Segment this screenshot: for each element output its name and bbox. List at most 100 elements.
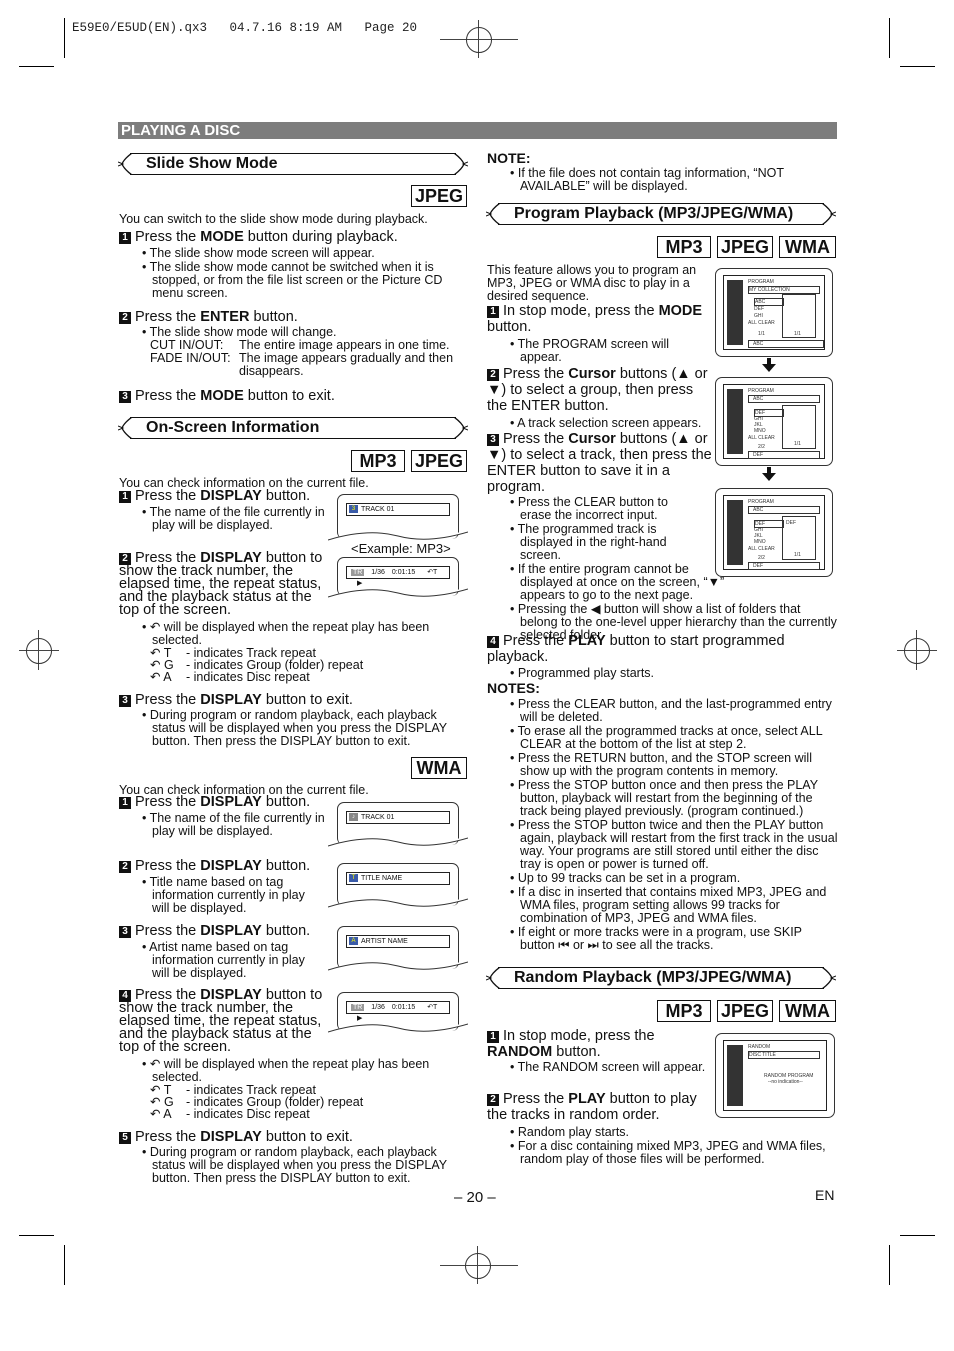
program-screen-2: PROGRAM ABC DEF GHI JKL MNO ALL CLEAR 2/…	[715, 377, 833, 466]
program-screen-1: PROGRAM MY COLLECTION ABC DEF GHI ALL CL…	[715, 268, 833, 357]
repeat-indicator: ↶T	[427, 569, 438, 576]
onscreen-info-title: On-Screen Information	[146, 419, 320, 436]
crop-mark	[900, 1235, 935, 1236]
track-badge: TR	[351, 569, 365, 576]
onscreen-step-2: 2 Press the DISPLAY button to show the tr…	[119, 550, 323, 618]
onscreen-step-1: 1 Press the DISPLAY button.	[119, 488, 310, 504]
slide-show-step-3: 3 Press the MODE button to exit.	[119, 388, 335, 404]
crop-mark	[900, 66, 935, 67]
crop-mark	[19, 66, 54, 67]
program-step-1: 1 In stop mode, press the MODE button.	[487, 303, 703, 335]
crop-mark	[64, 18, 65, 58]
note-heading: NOTE:	[487, 150, 531, 166]
crop-mark	[19, 1235, 54, 1236]
screen-tear-edge	[328, 961, 468, 971]
format-tag-wma: WMA	[411, 757, 467, 779]
down-arrow-icon	[762, 473, 776, 481]
repeat-indicator: ↶T	[427, 1004, 438, 1011]
format-tag-mp3: MP3	[657, 236, 711, 258]
random-screen: RANDOM DISC TITLE RANDOM PROGRAM --no in…	[715, 1033, 835, 1118]
format-tag-jpeg: JPEG	[717, 1000, 773, 1022]
crop-mark	[889, 1245, 890, 1285]
program-playback-title: Program Playback (MP3/JPEG/WMA)	[514, 205, 794, 222]
program-step-4-bullet: Programmed play starts.	[508, 667, 828, 681]
remote-control-icon	[727, 280, 743, 345]
remote-control-icon	[727, 389, 743, 454]
wma-step-3: 3 Press the DISPLAY button.	[119, 923, 310, 939]
screen-tear-edge	[328, 588, 468, 598]
wma-step-5: 5 Press the DISPLAY button to exit.	[119, 1129, 353, 1145]
banner-right-cap-icon	[454, 417, 468, 439]
random-playback-banner: Random Playback (MP3/JPEG/WMA)	[486, 967, 836, 989]
program-step-4: 4 Press the PLAY button to start programm…	[487, 633, 785, 665]
random-step-1: 1 In stop mode, press the RANDOM button.	[487, 1028, 655, 1060]
mp3-file-icon: 3	[349, 505, 358, 513]
play-status-icon: ▶	[357, 1015, 363, 1022]
section-title: PLAYING A DISC	[121, 122, 241, 139]
screen-tear-edge	[328, 837, 468, 847]
screen-tear-edge	[328, 1023, 468, 1033]
slide-show-banner: Slide Show Mode	[118, 153, 468, 175]
format-tag-wma: WMA	[779, 236, 836, 258]
banner-right-cap-icon	[822, 967, 836, 989]
onscreen-info-banner: On-Screen Information	[118, 417, 468, 439]
program-step-3: 3 Press the Cursor buttons (▲ or ▼) to se…	[487, 431, 712, 495]
wma-step-5-bullet: During program or random playback, each …	[140, 1146, 462, 1186]
slide-show-step-1: 1 Press the MODE button during playback.	[119, 229, 398, 245]
banner-right-cap-icon	[454, 153, 468, 175]
notes-heading: NOTES:	[487, 680, 540, 696]
fade-label: FADE IN/OUT:	[150, 351, 231, 365]
slide-show-intro: You can switch to the slide show mode du…	[119, 212, 428, 226]
wma-step-2-bullet: Title name based on tag information curr…	[140, 876, 325, 916]
title-tag-icon: T	[349, 874, 358, 882]
program-intro: This feature allows you to program an MP…	[487, 263, 697, 303]
screen-tear-edge	[328, 898, 468, 908]
banner-right-cap-icon	[822, 203, 836, 225]
onscreen-step-1-bullet: The name of the file currently in play w…	[140, 506, 325, 533]
track-badge: TR	[351, 1004, 365, 1011]
wma-step-1-bullet: The name of the file currently in play w…	[140, 812, 325, 839]
program-step-1-bullet: The PROGRAM screen will appear.	[508, 338, 708, 365]
onscreen-step-3-bullet: During program or random playback, each …	[140, 709, 462, 749]
random-step-1-bullet: The RANDOM screen will appear.	[508, 1061, 718, 1075]
wma-file-icon: ♪	[349, 813, 358, 821]
crop-mark	[64, 1245, 65, 1285]
wma-step-1: 1 Press the DISPLAY button.	[119, 794, 310, 810]
language-code: EN	[815, 1187, 835, 1203]
remote-control-icon	[727, 1045, 743, 1106]
format-tag-mp3: MP3	[351, 450, 405, 472]
slide-show-step-2: 2 Press the ENTER button.	[119, 309, 298, 325]
artist-tag-icon: A	[349, 937, 358, 945]
down-arrow-icon	[762, 364, 776, 372]
program-step-2-bullet: A track selection screen appears.	[508, 417, 718, 431]
print-header: E59E0/E5UD(EN).qx3 04.7.16 8:19 AM Page …	[72, 21, 418, 35]
format-tag-jpeg: JPEG	[411, 185, 467, 207]
format-tag-jpeg: JPEG	[411, 450, 467, 472]
note-text: If the file does not contain tag informa…	[508, 167, 838, 194]
page-number: – 20 –	[454, 1189, 496, 1206]
format-tag-wma: WMA	[779, 1000, 836, 1022]
random-step-2: 2 Press the PLAY button to play the track…	[487, 1091, 697, 1123]
fade-text: The image appears gradually and then dis…	[239, 351, 454, 378]
format-tag-jpeg: JPEG	[717, 236, 773, 258]
random-step-2-bullets: Random play starts. For a disc containin…	[508, 1126, 838, 1167]
slide-show-title: Slide Show Mode	[146, 155, 278, 172]
format-tag-mp3: MP3	[657, 1000, 711, 1022]
slide-show-step-1-bullets: The slide show mode screen will appear. …	[140, 247, 460, 301]
wma-step-2: 2 Press the DISPLAY button.	[119, 858, 310, 874]
wma-step-4: 4 Press the DISPLAY button to show the tr…	[119, 987, 323, 1055]
random-playback-title: Random Playback (MP3/JPEG/WMA)	[514, 969, 792, 986]
remote-control-icon	[727, 500, 743, 565]
onscreen-repeat-note: ↶ will be displayed when the repeat play…	[140, 621, 460, 648]
notes-list: Press the CLEAR button, and the last-pro…	[508, 698, 838, 953]
program-playback-banner: Program Playback (MP3/JPEG/WMA)	[486, 203, 836, 225]
crop-mark	[889, 18, 890, 58]
example-caption: <Example: MP3>	[351, 541, 451, 556]
wma-repeat-note: ↶ will be displayed when the repeat play…	[140, 1058, 460, 1085]
onscreen-step-3: 3 Press the DISPLAY button to exit.	[119, 692, 353, 708]
section-title-bar: PLAYING A DISC	[118, 122, 837, 139]
play-status-icon: ▶	[357, 580, 363, 587]
program-screen-3: PROGRAM ABC DEF GHI JKL MNO ALL CLEAR 2/…	[715, 488, 833, 577]
program-step-2: 2 Press the Cursor buttons (▲ or ▼) to se…	[487, 366, 708, 414]
wma-step-3-bullet: Artist name based on tag information cur…	[140, 941, 320, 981]
